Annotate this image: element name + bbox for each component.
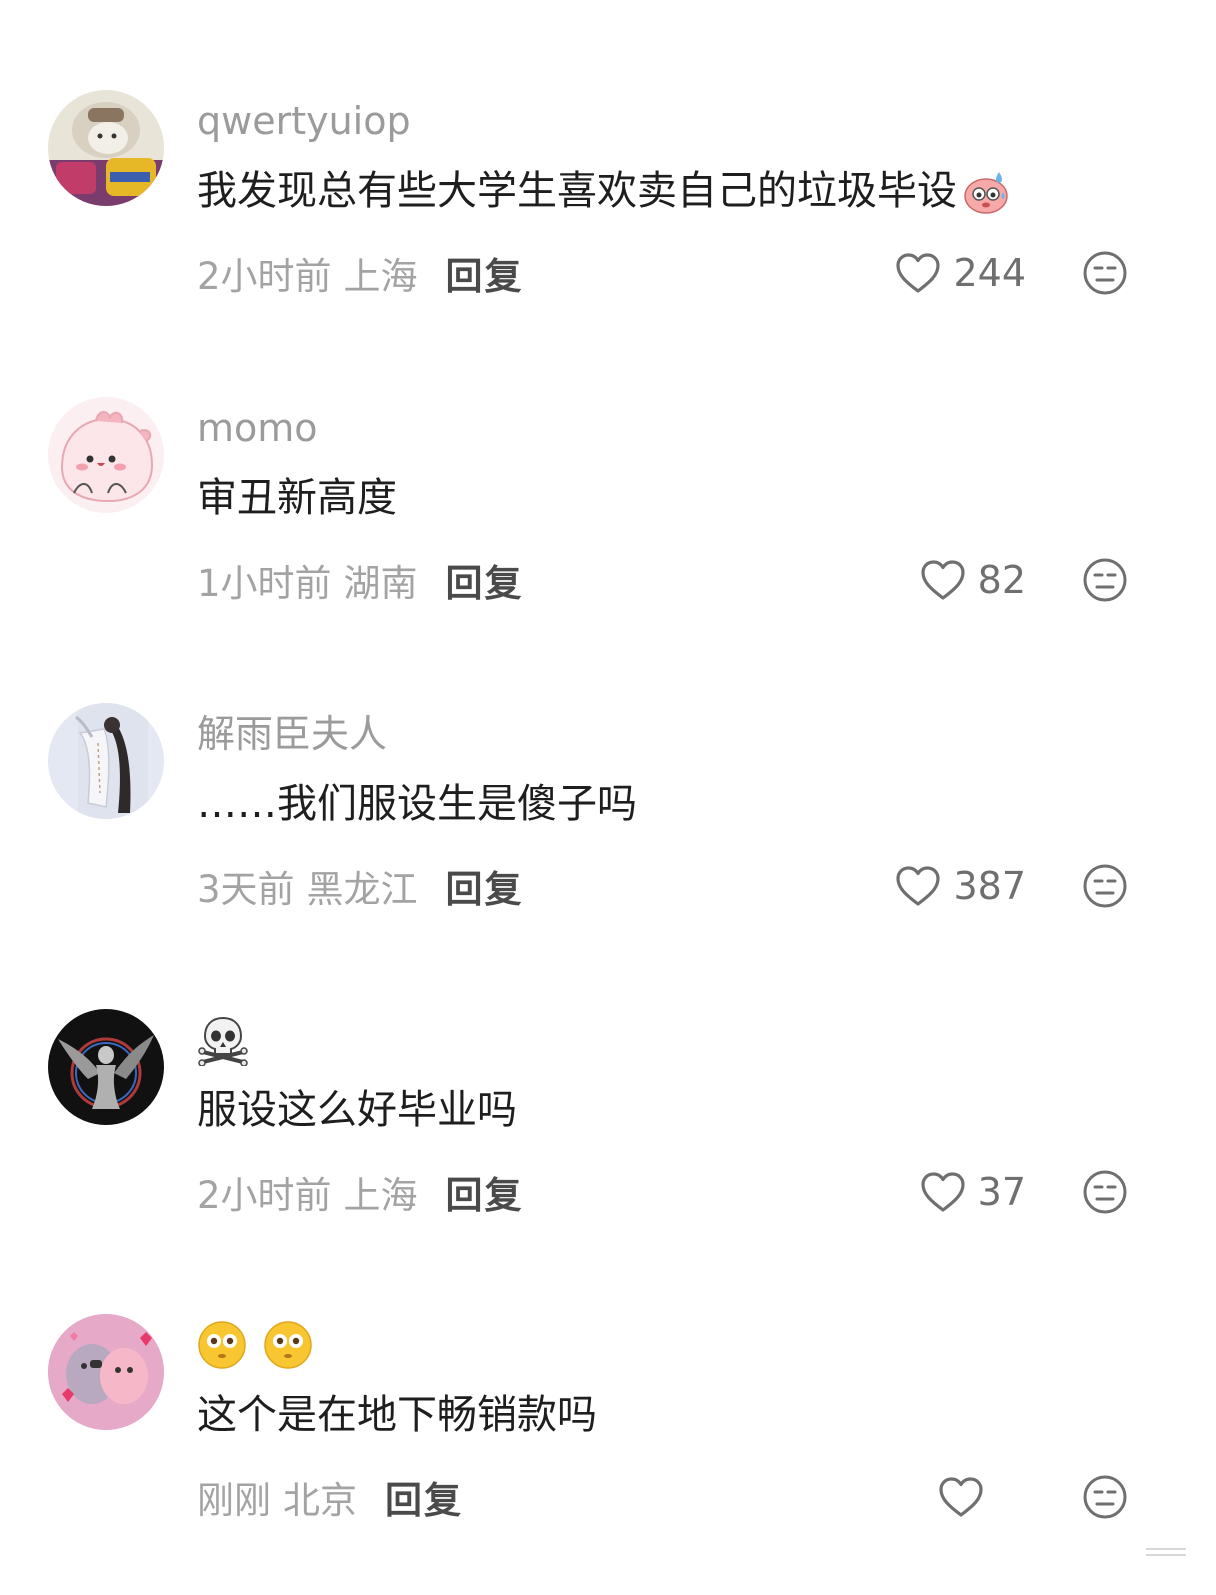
dislike-button[interactable] bbox=[1082, 1474, 1128, 1520]
reply-button[interactable]: 回复 bbox=[446, 553, 524, 607]
comment-text-wrap: 服设这么好毕业吗 bbox=[197, 1083, 517, 1137]
comment-text: 我发现总有些大学生喜欢卖自己的垃圾毕设 bbox=[197, 168, 957, 214]
comment-meta: 1小时前 湖南 回复 bbox=[197, 553, 524, 607]
avatar[interactable] bbox=[48, 397, 164, 513]
avatar-cat-image bbox=[48, 90, 164, 206]
comment-item: momo 审丑新高度 1小时前 湖南 回复 82 bbox=[0, 397, 1216, 657]
comment-item: 解雨臣夫人 ……我们服设生是傻子吗 3天前 黑龙江 回复 387 bbox=[0, 703, 1216, 963]
like-button[interactable] bbox=[938, 1470, 996, 1524]
comment-item: qwertyuiop 我发现总有些大学生喜欢卖自己的垃圾毕设 2小时前 上海 回… bbox=[0, 90, 1216, 350]
like-button[interactable]: 244 bbox=[895, 246, 1026, 300]
unamused-face-icon bbox=[1083, 1475, 1127, 1519]
comment-time: 2小时前 bbox=[197, 255, 332, 298]
comment-text-wrap: 审丑新高度 bbox=[197, 471, 397, 525]
heart-outline-icon bbox=[921, 560, 965, 600]
sweating-face-sticker-icon bbox=[964, 172, 1008, 214]
comment-item: ☠️ 服设这么好毕业吗 2小时前 上海 回复 37 bbox=[0, 1009, 1216, 1269]
unamused-face-icon bbox=[1083, 1170, 1127, 1214]
comment-text-wrap: 这个是在地下畅销款吗 bbox=[197, 1388, 597, 1442]
comment-meta: 2小时前 上海 回复 bbox=[197, 1165, 524, 1219]
heart-outline-icon bbox=[921, 1172, 965, 1212]
comment-text-wrap: 我发现总有些大学生喜欢卖自己的垃圾毕设 bbox=[197, 164, 1011, 218]
skull-crossbones-icon bbox=[198, 1016, 248, 1066]
heart-outline-icon bbox=[939, 1477, 983, 1517]
comment-meta: 刚刚 北京 回复 bbox=[197, 1470, 463, 1524]
comment-text: 服设这么好毕业吗 bbox=[197, 1087, 517, 1133]
reply-button[interactable]: 回复 bbox=[446, 1165, 524, 1219]
comment-location: 上海 bbox=[343, 1174, 418, 1217]
avatar-figure-image bbox=[48, 703, 164, 819]
comment-location: 北京 bbox=[283, 1479, 357, 1522]
avatar-pink-creature-image bbox=[48, 397, 164, 513]
reply-button[interactable]: 回复 bbox=[446, 859, 524, 913]
like-count: 82 bbox=[977, 558, 1026, 602]
avatar[interactable] bbox=[48, 1009, 164, 1125]
comment-meta: 2小时前 上海 回复 bbox=[197, 246, 524, 300]
comment-text: 这个是在地下畅销款吗 bbox=[197, 1392, 597, 1438]
like-count: 37 bbox=[977, 1170, 1026, 1214]
like-button[interactable]: 387 bbox=[895, 859, 1026, 913]
comment-item: 😳😳 这个是在地下畅销款吗 刚刚 北京 回复 bbox=[0, 1314, 1216, 1574]
avatar-pink-cartoon-image bbox=[48, 1314, 164, 1430]
comment-time: 刚刚 bbox=[197, 1479, 271, 1522]
unamused-face-icon bbox=[1083, 864, 1127, 908]
username[interactable]: momo bbox=[197, 401, 318, 455]
like-button[interactable]: 37 bbox=[920, 1165, 1026, 1219]
heart-outline-icon bbox=[896, 866, 941, 906]
dislike-button[interactable] bbox=[1082, 557, 1128, 603]
username[interactable]: 😳😳 bbox=[197, 1318, 313, 1372]
dislike-button[interactable] bbox=[1082, 250, 1128, 296]
flushed-face-icon bbox=[264, 1321, 312, 1369]
dislike-button[interactable] bbox=[1082, 1169, 1128, 1215]
avatar[interactable] bbox=[48, 1314, 164, 1430]
unamused-face-icon bbox=[1083, 251, 1127, 295]
avatar-angel-statue-image bbox=[48, 1009, 164, 1125]
username[interactable]: 解雨臣夫人 bbox=[197, 707, 387, 761]
reply-button[interactable]: 回复 bbox=[446, 246, 524, 300]
comment-text-wrap: ……我们服设生是傻子吗 bbox=[197, 777, 637, 831]
comment-location: 上海 bbox=[343, 255, 418, 298]
username[interactable]: qwertyuiop bbox=[197, 94, 411, 148]
like-count: 244 bbox=[953, 251, 1026, 295]
heart-outline-icon bbox=[896, 253, 941, 293]
username[interactable]: ☠️ bbox=[197, 1013, 249, 1067]
like-count: 387 bbox=[953, 864, 1026, 908]
watermark-lines-icon bbox=[1146, 1548, 1186, 1556]
avatar[interactable] bbox=[48, 703, 164, 819]
comment-text: 审丑新高度 bbox=[197, 475, 397, 521]
avatar[interactable] bbox=[48, 90, 164, 206]
comment-text: ……我们服设生是傻子吗 bbox=[197, 781, 637, 827]
comment-time: 1小时前 bbox=[197, 562, 332, 605]
comment-meta: 3天前 黑龙江 回复 bbox=[197, 859, 524, 913]
dislike-button[interactable] bbox=[1082, 863, 1128, 909]
comment-time: 2小时前 bbox=[197, 1174, 332, 1217]
unamused-face-icon bbox=[1083, 558, 1127, 602]
comment-location: 黑龙江 bbox=[306, 868, 418, 911]
comment-location: 湖南 bbox=[343, 562, 418, 605]
comment-time: 3天前 bbox=[197, 868, 295, 911]
flushed-face-icon bbox=[198, 1321, 246, 1369]
reply-button[interactable]: 回复 bbox=[385, 1470, 463, 1524]
like-button[interactable]: 82 bbox=[920, 553, 1026, 607]
